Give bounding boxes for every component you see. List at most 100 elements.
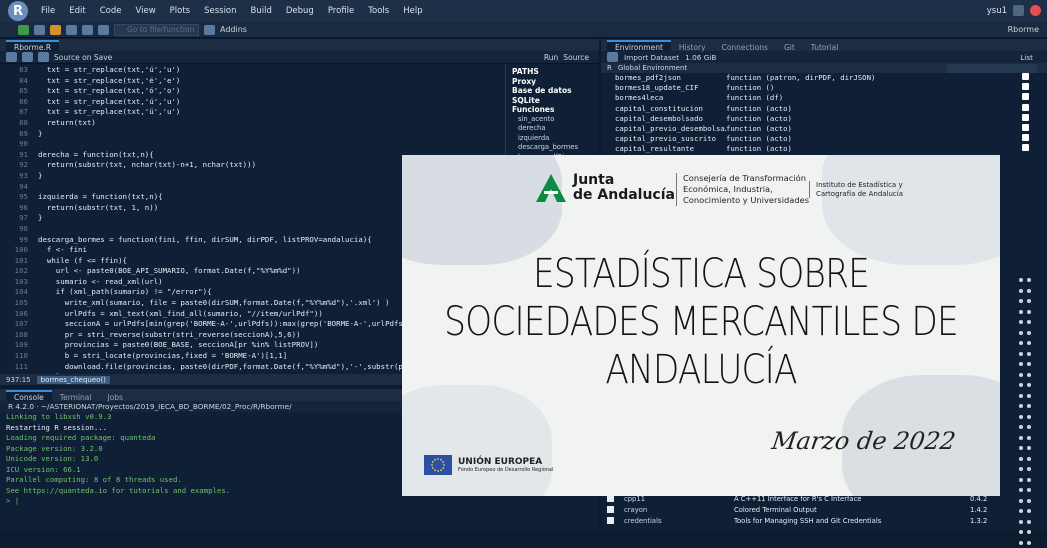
environment-row[interactable]: capital_previo_desembolsa…function (acto… (601, 124, 1047, 134)
menu-item-debug[interactable]: Debug (286, 6, 314, 16)
menu-item-session[interactable]: Session (204, 6, 236, 16)
package-action-dots[interactable] (1019, 317, 1039, 328)
view-icon[interactable] (1022, 73, 1029, 80)
package-action-dots[interactable] (1019, 370, 1039, 381)
minimize-icon[interactable] (1013, 5, 1024, 16)
package-action-dots[interactable] (1019, 391, 1039, 402)
tab-console[interactable]: Console (6, 390, 52, 401)
source-button[interactable]: Source (563, 53, 589, 62)
package-action-dots[interactable] (1019, 275, 1039, 286)
print-icon[interactable] (98, 25, 109, 35)
package-action-dots[interactable] (1019, 538, 1039, 548)
package-action-dots[interactable] (1019, 454, 1039, 465)
menu-item-edit[interactable]: Edit (69, 6, 85, 16)
outline-item[interactable]: izquierda (512, 134, 593, 144)
project-menu[interactable]: Rborme (1008, 25, 1039, 34)
environment-row[interactable]: bormes4lecafunction (df) (601, 93, 1047, 103)
package-action-dots[interactable] (1019, 349, 1039, 360)
package-action-dots[interactable] (1019, 296, 1039, 307)
tab-connections[interactable]: Connections (714, 40, 776, 51)
load-workspace-icon[interactable] (607, 52, 618, 62)
tab-tutorial[interactable]: Tutorial (803, 40, 847, 51)
run-button[interactable]: Run (544, 53, 558, 62)
save-icon[interactable] (66, 25, 77, 35)
package-row[interactable]: credentialsTools for Managing SSH and Gi… (601, 515, 1047, 526)
package-action-dots[interactable] (1019, 338, 1039, 349)
package-action-dots[interactable] (1019, 401, 1039, 412)
view-icon[interactable] (1022, 114, 1029, 121)
menu-item-file[interactable]: File (41, 6, 55, 16)
grid-icon[interactable] (204, 25, 215, 35)
package-checkbox[interactable] (607, 495, 614, 502)
view-icon[interactable] (1022, 124, 1029, 131)
tab-history[interactable]: History (671, 40, 714, 51)
function-badge[interactable]: bormes_chequeo() (37, 376, 110, 384)
package-action-dots[interactable] (1019, 307, 1039, 318)
package-action-dots[interactable] (1019, 464, 1039, 475)
package-action-dots[interactable] (1019, 527, 1039, 538)
package-row[interactable]: crayonColored Terminal Output1.4.2 (601, 504, 1047, 515)
package-action-dots[interactable] (1019, 412, 1039, 423)
open-file-icon[interactable] (50, 25, 61, 35)
instituto-line-1: Instituto de Estadística y (816, 181, 903, 190)
new-file-icon[interactable] (18, 25, 29, 35)
package-action-dots[interactable] (1019, 443, 1039, 454)
tab-git[interactable]: Git (776, 40, 803, 51)
environment-row[interactable]: capital_resultantefunction (acto) (601, 144, 1047, 154)
package-name[interactable]: crayon (624, 506, 734, 514)
package-action-dots[interactable] (1019, 359, 1039, 370)
menu-item-plots[interactable]: Plots (170, 6, 190, 16)
environment-row[interactable]: capital_desembolsadofunction (acto) (601, 114, 1047, 124)
environment-row[interactable]: bormes_pdf2jsonfunction (patron, dirPDF,… (601, 73, 1047, 83)
view-icon[interactable] (1022, 104, 1029, 111)
view-icon[interactable] (1022, 93, 1029, 100)
memory-usage[interactable]: 1.06 GiB (685, 53, 716, 62)
environment-row[interactable]: bormes18_update_CIFfunction () (601, 83, 1047, 93)
source-on-save-checkbox[interactable]: Source on Save (54, 53, 112, 62)
list-view-button[interactable]: List (1020, 53, 1033, 62)
outline-section[interactable]: Base de datos SQLite (512, 86, 593, 105)
tab-rborme-r[interactable]: Rborme.R (6, 40, 59, 51)
forward-icon[interactable] (22, 52, 33, 62)
package-checkbox[interactable] (607, 517, 614, 524)
package-action-dots[interactable] (1019, 328, 1039, 339)
close-icon[interactable] (1030, 5, 1041, 16)
outline-section[interactable]: PATHS (512, 67, 593, 77)
outline-item[interactable]: sin_acento (512, 115, 593, 125)
menu-item-code[interactable]: Code (100, 6, 122, 16)
outline-item[interactable]: derecha (512, 124, 593, 134)
view-icon[interactable] (1022, 134, 1029, 141)
addins-menu[interactable]: Addins (220, 25, 247, 34)
menu-item-view[interactable]: View (135, 6, 155, 16)
menu-item-tools[interactable]: Tools (368, 6, 389, 16)
outline-item[interactable]: descarga_bormes (512, 143, 593, 153)
tab-terminal[interactable]: Terminal (52, 390, 100, 401)
view-icon[interactable] (1022, 144, 1029, 151)
goto-file-input[interactable]: Go to file/function (114, 24, 199, 36)
environment-search-input[interactable] (947, 64, 1037, 73)
environment-row[interactable]: capital_previo_suscritofunction (acto) (601, 134, 1047, 144)
package-action-dots[interactable] (1019, 380, 1039, 391)
save-file-icon[interactable] (38, 52, 49, 62)
menu-item-build[interactable]: Build (251, 6, 272, 16)
new-project-icon[interactable] (34, 25, 45, 35)
package-action-dots[interactable] (1019, 286, 1039, 297)
back-icon[interactable] (6, 52, 17, 62)
package-name[interactable]: credentials (624, 517, 734, 525)
outline-section[interactable]: Funciones (512, 105, 593, 115)
code-text: b = stri_locate(provincias,fixed = 'BORM… (38, 351, 287, 362)
menu-item-profile[interactable]: Profile (328, 6, 354, 16)
package-checkbox[interactable] (607, 506, 614, 513)
environment-row[interactable]: capital_constitucionfunction (acto) (601, 104, 1047, 114)
save-all-icon[interactable] (82, 25, 93, 35)
tab-jobs[interactable]: Jobs (99, 390, 130, 401)
package-action-dots[interactable] (1019, 422, 1039, 433)
tab-environment[interactable]: Environment (607, 40, 671, 51)
package-action-dots[interactable] (1019, 433, 1039, 444)
import-dataset-button[interactable]: Import Dataset (624, 53, 679, 62)
outline-section[interactable]: Proxy (512, 77, 593, 87)
package-action-dots[interactable] (1019, 475, 1039, 486)
global-env-dropdown[interactable]: Global Environment (618, 64, 687, 72)
view-icon[interactable] (1022, 83, 1029, 90)
menu-item-help[interactable]: Help (403, 6, 422, 16)
